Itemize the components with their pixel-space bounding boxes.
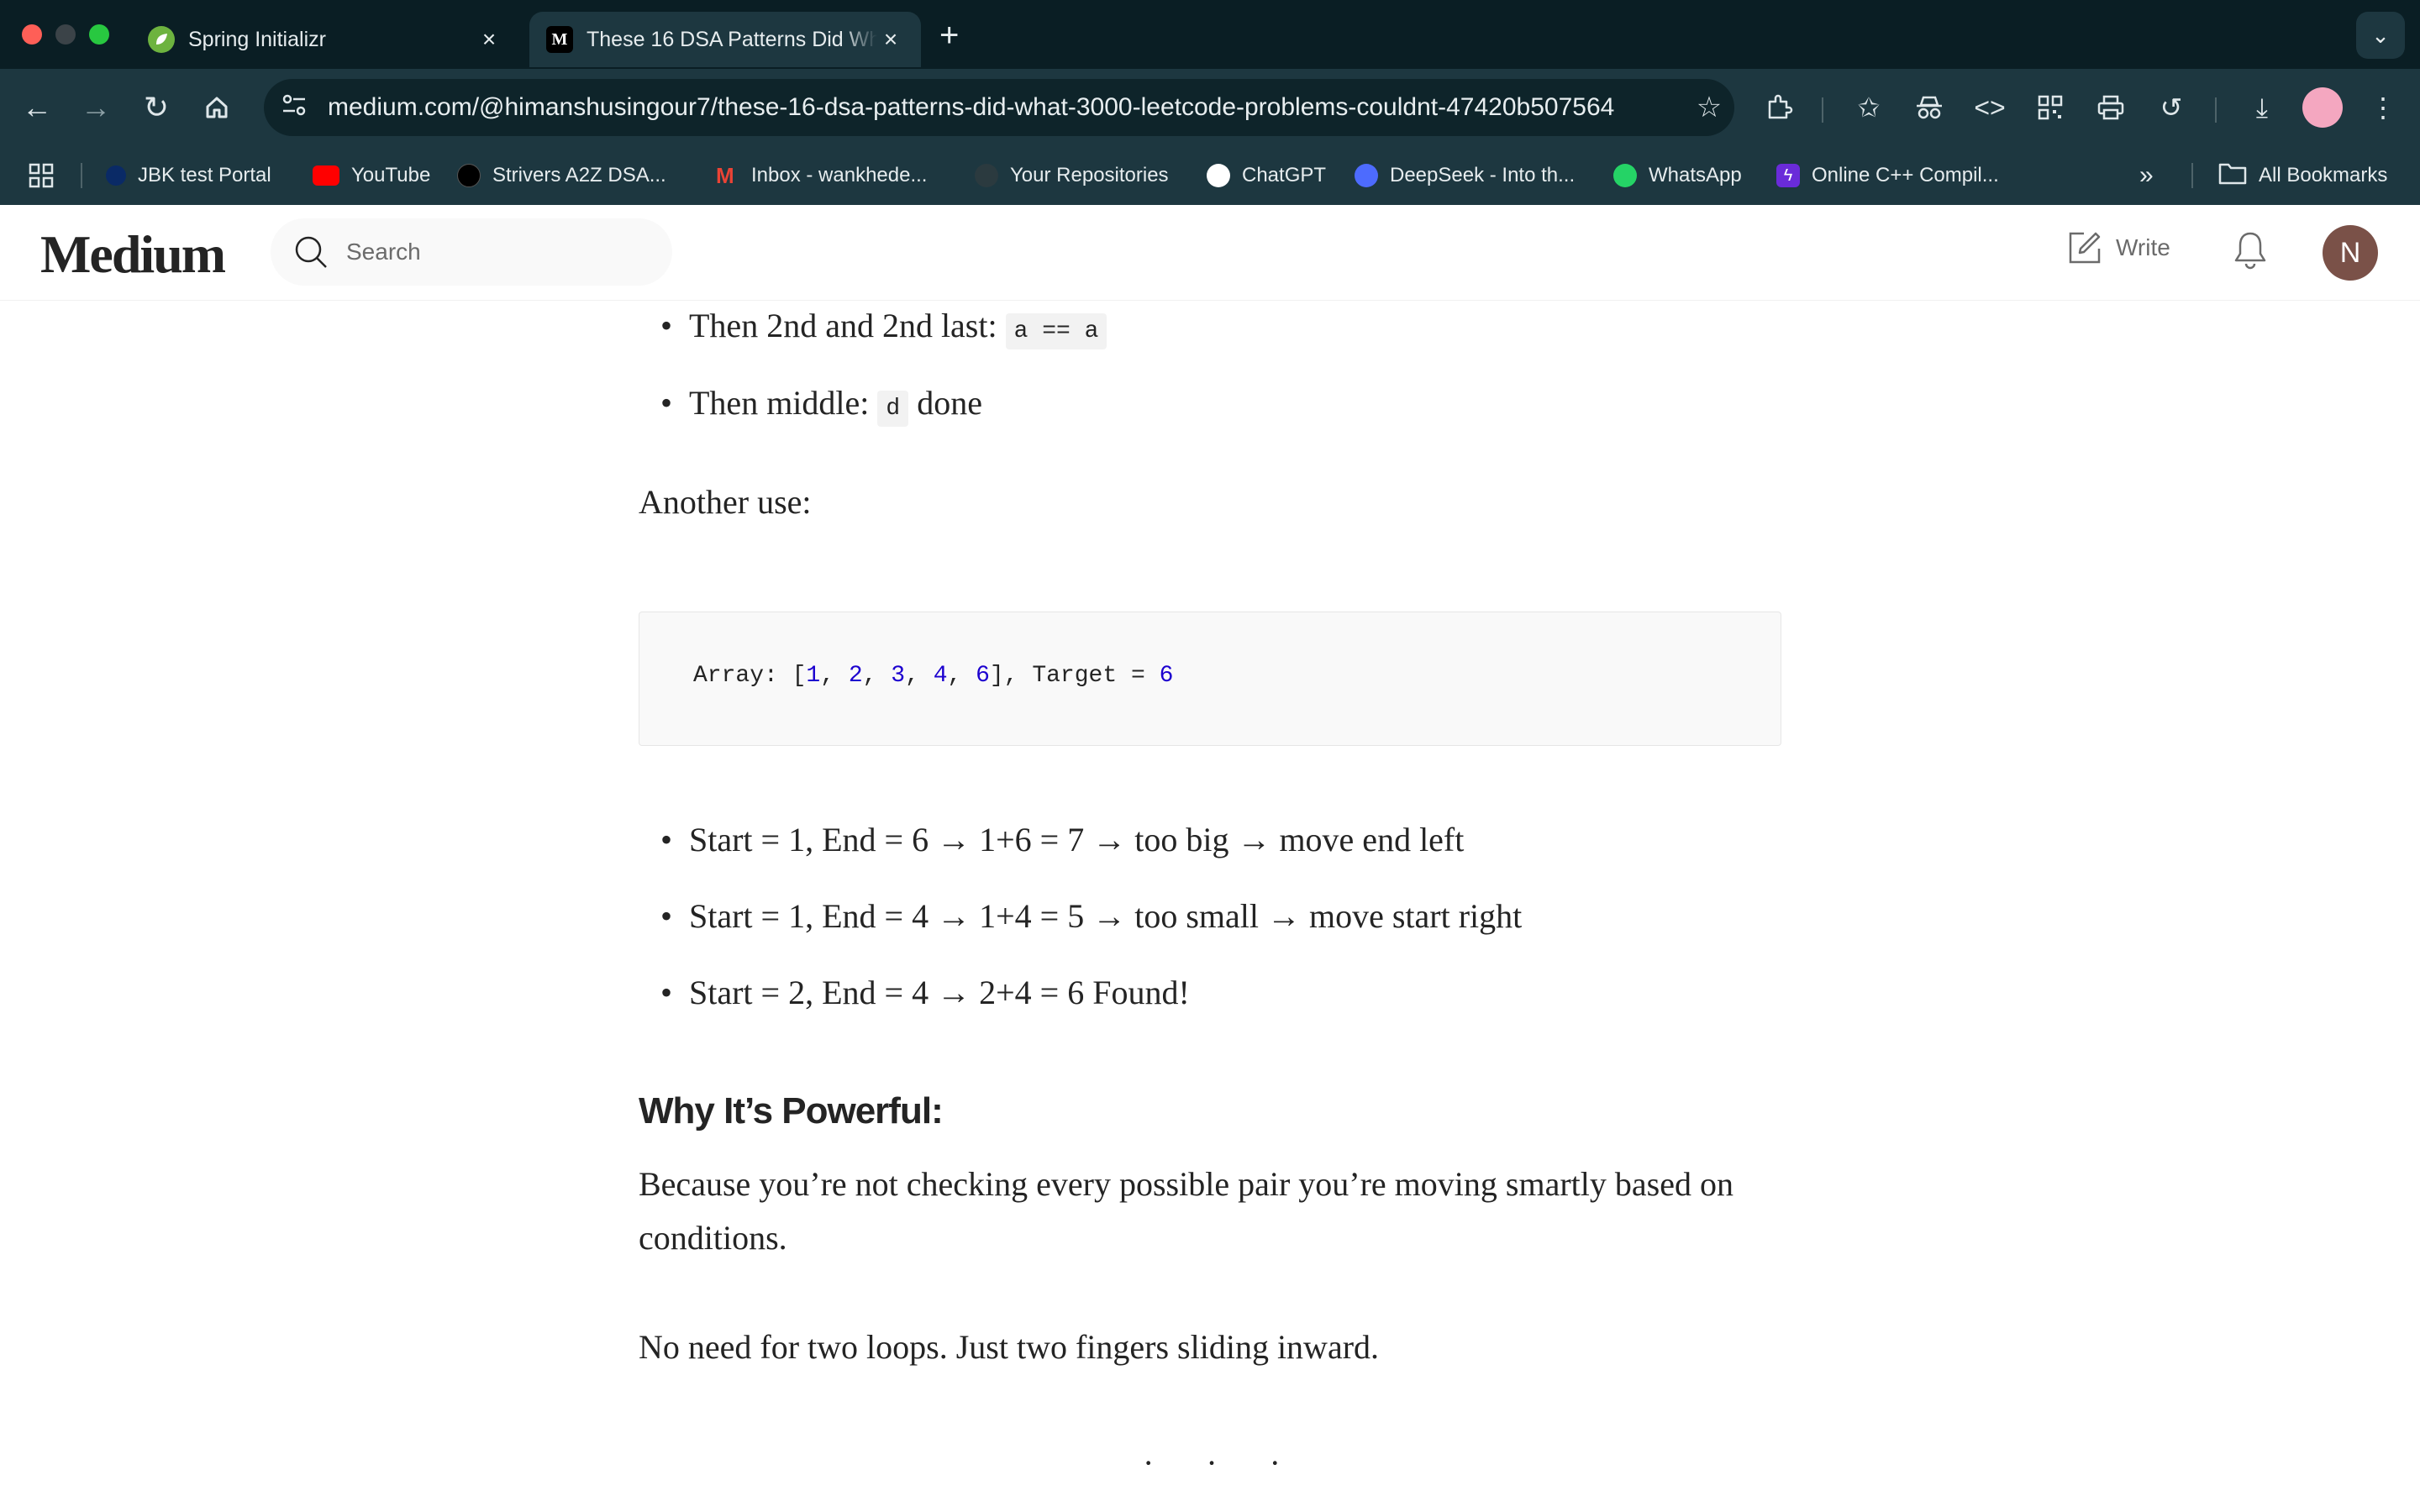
inline-code: d: [877, 391, 909, 427]
code-block: Array: [1, 2, 3, 4, 6], Target = 6: [639, 612, 1781, 746]
youtube-icon: [313, 165, 339, 186]
bookmark-label: Online C++ Compil...: [1812, 164, 1999, 186]
minimize-window-button[interactable]: [55, 24, 76, 45]
bookmarks-overflow-button[interactable]: »: [2139, 146, 2154, 205]
list-item: Start = 1, End = 6 → 1+6 = 7 → too big →…: [639, 815, 1781, 865]
bookmark-label: JBK test Portal: [138, 164, 271, 186]
write-pencil-icon: [2069, 232, 2101, 264]
bookmark-label: All Bookmarks: [2259, 164, 2388, 186]
close-window-button[interactable]: [22, 24, 42, 45]
bookmarks-divider: [81, 163, 82, 188]
toolbar-divider: [2215, 97, 2217, 123]
list-item: Then 2nd and 2nd last: a == a: [639, 301, 1107, 378]
section-separator: · · ·: [1143, 1444, 1302, 1482]
bullet-list-top: Then 2nd and 2nd last: a == a Then middl…: [639, 301, 1107, 434]
spring-leaf-icon: [148, 26, 175, 53]
reload-icon[interactable]: ↻: [138, 89, 175, 126]
close-tab-icon[interactable]: ×: [476, 26, 502, 53]
star-extension-icon[interactable]: ✩: [1850, 89, 1887, 126]
bookmark-label: Inbox - wankhede...: [751, 164, 928, 186]
whatsapp-icon: [1613, 164, 1637, 187]
paragraph: Another use:: [639, 483, 812, 521]
chatgpt-icon: [1207, 164, 1230, 187]
download-icon[interactable]: ⤓: [2244, 89, 2281, 126]
browser-toolbar: ← → ↻ medium.com/@himanshusingour7/these…: [0, 69, 2420, 146]
write-button[interactable]: Write: [2067, 230, 2170, 265]
gmail-icon: M: [716, 163, 734, 188]
bookmark-deepseek[interactable]: DeepSeek - Into th...: [1355, 146, 1575, 205]
profile-avatar[interactable]: [2302, 87, 2343, 128]
tab-medium-article[interactable]: M These 16 DSA Patterns Did What 3000 Le…: [529, 12, 921, 67]
bookmark-label: WhatsApp: [1649, 164, 1742, 186]
code-icon[interactable]: <>: [1971, 89, 2008, 126]
write-label: Write: [2116, 234, 2170, 260]
bookmarks-divider: [2191, 163, 2193, 188]
all-bookmarks-folder[interactable]: All Bookmarks: [2218, 146, 2387, 205]
incognito-icon[interactable]: [1911, 89, 1948, 126]
forward-arrow-icon[interactable]: →: [77, 89, 114, 126]
bookmark-label: Strivers A2Z DSA...: [492, 164, 666, 186]
list-item: Start = 1, End = 4 → 1+4 = 5 → too small…: [639, 891, 1781, 942]
back-arrow-icon[interactable]: ←: [18, 89, 55, 126]
search-icon: [295, 236, 327, 268]
close-tab-icon[interactable]: ×: [877, 26, 904, 53]
bookmark-label: DeepSeek - Into th...: [1390, 164, 1576, 186]
site-settings-icon[interactable]: [276, 93, 313, 123]
new-tab-button[interactable]: +: [939, 17, 959, 55]
github-icon: [975, 164, 998, 187]
bookmark-jbk[interactable]: JBK test Portal: [106, 146, 271, 205]
home-icon[interactable]: [198, 89, 235, 126]
bookmark-label: ChatGPT: [1242, 164, 1327, 186]
bookmark-whatsapp[interactable]: WhatsApp: [1613, 146, 1742, 205]
maximize-window-button[interactable]: [89, 24, 109, 45]
bookmark-label: Your Repositories: [1010, 164, 1169, 186]
url-text[interactable]: medium.com/@himanshusingour7/these-16-ds…: [328, 93, 1684, 122]
jbk-favicon-icon: [106, 165, 126, 186]
search-bar[interactable]: [271, 218, 672, 286]
more-menu-icon[interactable]: ⋮: [2365, 89, 2402, 126]
section-heading: Why It’s Powerful:: [639, 1090, 944, 1131]
toolbar-divider: [1822, 97, 1823, 123]
apps-grid-icon[interactable]: [29, 146, 54, 205]
search-input[interactable]: [346, 239, 649, 265]
user-avatar[interactable]: N: [2323, 225, 2378, 281]
bookmark-star-icon[interactable]: ☆: [1684, 91, 1734, 124]
medium-logo[interactable]: Medium: [40, 223, 226, 286]
bullet-list-steps: Start = 1, End = 6 → 1+6 = 7 → too big →…: [639, 815, 1781, 1018]
tuf-logo-icon: [457, 164, 481, 187]
deepseek-whale-icon: [1355, 164, 1378, 187]
lightning-icon: ϟ: [1776, 164, 1800, 187]
paragraph: Because you’re not checking every possib…: [639, 1165, 1733, 1257]
bookmarks-bar: JBK test Portal YouTube Strivers A2Z DSA…: [0, 146, 2420, 205]
bookmark-cpp-compiler[interactable]: ϟ Online C++ Compil...: [1776, 146, 1999, 205]
bookmark-label: YouTube: [351, 164, 431, 186]
folder-icon: [2218, 161, 2247, 191]
medium-header: Medium Write N: [0, 205, 2420, 301]
bookmark-github[interactable]: Your Repositories: [975, 146, 1169, 205]
qr-code-icon[interactable]: [2032, 89, 2069, 126]
list-item: Then middle: d done: [639, 378, 1107, 434]
bookmark-strivers[interactable]: Strivers A2Z DSA...: [457, 146, 666, 205]
bookmark-gmail[interactable]: M Inbox - wankhede...: [716, 146, 927, 205]
tab-spring-initializr[interactable]: Spring Initializr ×: [131, 12, 519, 67]
list-item: Start = 2, End = 4 → 2+4 = 6 Found!: [639, 968, 1781, 1018]
medium-logo-icon: M: [546, 26, 573, 53]
tab-search-button[interactable]: ⌄: [2356, 12, 2405, 59]
bookmark-chatgpt[interactable]: ChatGPT: [1207, 146, 1326, 205]
extensions-icon[interactable]: [1761, 89, 1798, 126]
address-bar[interactable]: medium.com/@himanshusingour7/these-16-ds…: [264, 79, 1734, 136]
notifications-bell-icon[interactable]: [2232, 230, 2269, 275]
print-icon[interactable]: [2092, 89, 2129, 126]
inline-code: a == a: [1005, 313, 1107, 349]
tab-title: These 16 DSA Patterns Did What 3000 Leet…: [587, 27, 877, 51]
browser-tab-bar: Spring Initializr × M These 16 DSA Patte…: [0, 0, 2420, 69]
paragraph: No need for two loops. Just two fingers …: [639, 1328, 1380, 1366]
bookmark-youtube[interactable]: YouTube: [313, 146, 430, 205]
tab-title: Spring Initializr: [188, 27, 326, 51]
history-icon[interactable]: ↺: [2153, 89, 2190, 126]
